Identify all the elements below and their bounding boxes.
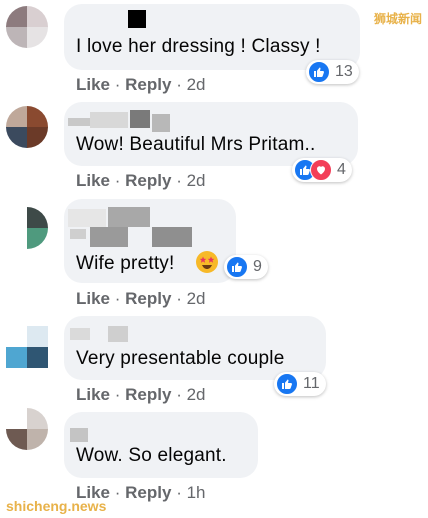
avatar[interactable] <box>6 408 48 450</box>
reply-button[interactable]: Reply <box>125 483 171 502</box>
separator: · <box>176 171 187 190</box>
separator: · <box>176 75 187 94</box>
separator: · <box>114 75 126 94</box>
comment-bubble: Wow! Beautiful Mrs Pritam.. <box>64 102 358 166</box>
comment-actions: Like · Reply · 2d <box>76 171 206 191</box>
like-icon <box>308 61 330 83</box>
avatar[interactable] <box>6 207 48 249</box>
separator: · <box>176 289 187 308</box>
comment-text: I love her dressing ! Classy ! <box>76 36 321 57</box>
reaction-summary[interactable]: 9 <box>224 255 268 279</box>
like-icon <box>276 373 298 395</box>
separator: · <box>114 289 126 308</box>
reaction-count: 11 <box>303 375 320 392</box>
reaction-summary[interactable]: 11 <box>274 372 326 396</box>
timestamp[interactable]: 2d <box>187 385 206 404</box>
comment-bubble: Very presentable couple <box>64 316 326 380</box>
timestamp[interactable]: 2d <box>187 75 206 94</box>
reaction-summary[interactable]: 13 <box>306 60 359 84</box>
reaction-count: 9 <box>253 258 262 275</box>
comment-text: Wow! Beautiful Mrs Pritam.. <box>76 134 316 155</box>
reply-button[interactable]: Reply <box>125 289 171 308</box>
love-icon <box>310 159 332 181</box>
separator: · <box>176 385 187 404</box>
like-button[interactable]: Like <box>76 385 110 404</box>
avatar[interactable] <box>6 6 48 48</box>
comment-bubble: Wow. So elegant. <box>64 412 258 478</box>
timestamp[interactable]: 1h <box>187 483 206 502</box>
watermark-bottom-left: shicheng.news <box>6 498 107 514</box>
watermark-top-right: 狮城新闻 <box>373 12 422 26</box>
reply-button[interactable]: Reply <box>125 75 171 94</box>
reaction-count: 4 <box>337 161 346 178</box>
comment-actions: Like · Reply · 2d <box>76 385 206 405</box>
like-button[interactable]: Like <box>76 289 110 308</box>
reply-button[interactable]: Reply <box>125 171 171 190</box>
separator: · <box>176 483 187 502</box>
comment-actions: Like · Reply · 2d <box>76 75 206 95</box>
separator: · <box>114 385 126 404</box>
avatar[interactable] <box>6 326 48 368</box>
timestamp[interactable]: 2d <box>187 171 206 190</box>
comment-actions: Like · Reply · 2d <box>76 289 206 309</box>
like-button[interactable]: Like <box>76 171 110 190</box>
like-icon <box>226 256 248 278</box>
comment-text: Wife pretty! <box>76 253 175 274</box>
reaction-count: 13 <box>335 63 353 80</box>
star-struck-emoji <box>196 251 218 273</box>
like-button[interactable]: Like <box>76 75 110 94</box>
comment-text: Very presentable couple <box>76 348 285 369</box>
separator: · <box>114 483 126 502</box>
timestamp[interactable]: 2d <box>187 289 206 308</box>
avatar[interactable] <box>6 106 48 148</box>
reply-button[interactable]: Reply <box>125 385 171 404</box>
comment-text: Wow. So elegant. <box>76 445 227 466</box>
separator: · <box>114 171 126 190</box>
reaction-summary[interactable]: 4 <box>292 158 352 182</box>
